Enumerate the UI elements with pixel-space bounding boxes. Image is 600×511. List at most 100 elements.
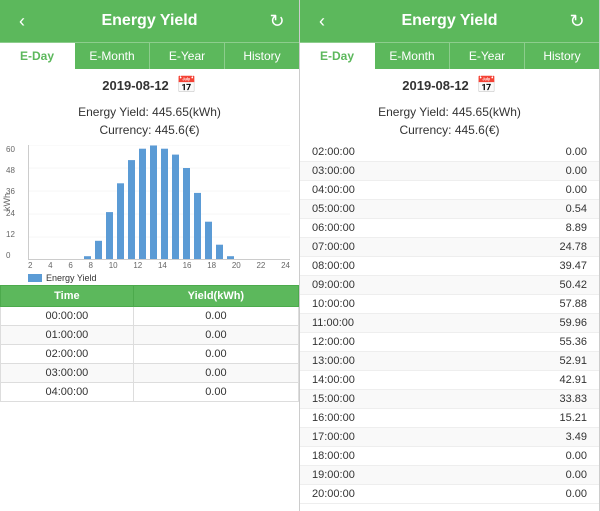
left-tabs: E-Day E-Month E-Year History: [0, 42, 299, 69]
list-value: 52.91: [559, 355, 587, 367]
list-value: 0.00: [566, 146, 587, 158]
list-time: 19:00:00: [312, 469, 355, 481]
xtick-24: 24: [281, 261, 290, 270]
time-cell: 04:00:00: [1, 383, 134, 402]
right-summary: Energy Yield: 445.65(kWh) Currency: 445.…: [300, 101, 599, 143]
right-summary-line1: Energy Yield: 445.65(kWh): [300, 103, 599, 121]
yield-cell: 0.00: [133, 307, 298, 326]
xtick-20: 20: [232, 261, 241, 270]
left-tab-emonth[interactable]: E-Month: [75, 43, 150, 69]
table-row: 03:00:00 0.00: [1, 364, 299, 383]
xtick-16: 16: [183, 261, 192, 270]
left-date: 2019-08-12: [102, 78, 169, 93]
list-time: 05:00:00: [312, 203, 355, 215]
list-item: 11:00:00 59.96: [300, 314, 599, 333]
left-back-icon[interactable]: ‹: [10, 11, 34, 32]
list-item: 16:00:00 15.21: [300, 409, 599, 428]
time-cell: 00:00:00: [1, 307, 134, 326]
right-tab-emonth[interactable]: E-Month: [375, 43, 450, 69]
list-time: 20:00:00: [312, 488, 355, 500]
right-tab-eyear[interactable]: E-Year: [450, 43, 525, 69]
left-summary-line2: Currency: 445.6(€): [0, 121, 299, 139]
chart-legend: Energy Yield: [28, 271, 295, 285]
list-time: 14:00:00: [312, 374, 355, 386]
list-time: 08:00:00: [312, 260, 355, 272]
list-time: 12:00:00: [312, 336, 355, 348]
yield-cell: 0.00: [133, 364, 298, 383]
left-tab-history[interactable]: History: [225, 43, 299, 69]
table-row: 00:00:00 0.00: [1, 307, 299, 326]
list-item: 04:00:00 0.00: [300, 181, 599, 200]
ytick-0: 0: [6, 251, 15, 260]
left-tab-eday[interactable]: E-Day: [0, 43, 75, 69]
list-item: 07:00:00 24.78: [300, 238, 599, 257]
table-row: 01:00:00 0.00: [1, 326, 299, 345]
list-item: 19:00:00 0.00: [300, 466, 599, 485]
ytick-36: 36: [6, 187, 15, 196]
xtick-6: 6: [68, 261, 72, 270]
time-cell: 02:00:00: [1, 345, 134, 364]
list-time: 18:00:00: [312, 450, 355, 462]
list-value: 55.36: [559, 336, 587, 348]
right-refresh-icon[interactable]: ↻: [565, 11, 589, 32]
list-value: 15.21: [559, 412, 587, 424]
list-item: 08:00:00 39.47: [300, 257, 599, 276]
list-value: 8.89: [566, 222, 587, 234]
ytick-24: 24: [6, 209, 15, 218]
time-cell: 03:00:00: [1, 364, 134, 383]
right-title: Energy Yield: [334, 12, 565, 30]
list-value: 0.54: [566, 203, 587, 215]
right-list-container: 02:00:00 0.00 03:00:00 0.00 04:00:00 0.0…: [300, 143, 599, 511]
right-tab-eday[interactable]: E-Day: [300, 43, 375, 69]
list-value: 0.00: [566, 469, 587, 481]
legend-label: Energy Yield: [46, 273, 97, 283]
xtick-10: 10: [109, 261, 118, 270]
right-calendar-icon[interactable]: 📅: [477, 75, 497, 95]
right-header: ‹ Energy Yield ↻: [300, 0, 599, 42]
list-item: 09:00:00 50.42: [300, 276, 599, 295]
right-tab-history[interactable]: History: [525, 43, 599, 69]
list-value: 0.00: [566, 450, 587, 462]
list-item: 12:00:00 55.36: [300, 333, 599, 352]
x-axis: 2 4 6 8 10 12 14 16 18 20 22 24: [28, 260, 290, 271]
ytick-48: 48: [6, 166, 15, 175]
left-date-row: 2019-08-12 📅: [0, 69, 299, 101]
table-row: 04:00:00 0.00: [1, 383, 299, 402]
list-item: 20:00:00 0.00: [300, 485, 599, 504]
list-value: 39.47: [559, 260, 587, 272]
list-time: 13:00:00: [312, 355, 355, 367]
left-data-table: Time Yield(kWh) 00:00:00 0.00 01:00:00 0…: [0, 285, 299, 402]
list-item: 18:00:00 0.00: [300, 447, 599, 466]
left-tab-eyear[interactable]: E-Year: [150, 43, 225, 69]
right-date-row: 2019-08-12 📅: [300, 69, 599, 101]
left-title: Energy Yield: [34, 12, 265, 30]
list-time: 09:00:00: [312, 279, 355, 291]
list-time: 16:00:00: [312, 412, 355, 424]
list-item: 03:00:00 0.00: [300, 162, 599, 181]
left-summary: Energy Yield: 445.65(kWh) Currency: 445.…: [0, 101, 299, 143]
left-calendar-icon[interactable]: 📅: [177, 75, 197, 95]
yield-cell: 0.00: [133, 326, 298, 345]
ytick-12: 12: [6, 230, 15, 239]
xtick-8: 8: [89, 261, 93, 270]
right-back-icon[interactable]: ‹: [310, 11, 334, 32]
list-time: 06:00:00: [312, 222, 355, 234]
list-value: 0.00: [566, 165, 587, 177]
right-date: 2019-08-12: [402, 78, 469, 93]
left-refresh-icon[interactable]: ↻: [265, 11, 289, 32]
list-item: 10:00:00 57.88: [300, 295, 599, 314]
list-item: 17:00:00 3.49: [300, 428, 599, 447]
xtick-14: 14: [158, 261, 167, 270]
col-time: Time: [1, 286, 134, 307]
col-yield: Yield(kWh): [133, 286, 298, 307]
list-time: 17:00:00: [312, 431, 355, 443]
bar-chart: [28, 145, 290, 260]
xtick-12: 12: [133, 261, 142, 270]
yield-cell: 0.00: [133, 383, 298, 402]
list-time: 04:00:00: [312, 184, 355, 196]
legend-color: [28, 274, 42, 282]
left-table-wrapper: Time Yield(kWh) 00:00:00 0.00 01:00:00 0…: [0, 285, 299, 511]
list-item: 02:00:00 0.00: [300, 143, 599, 162]
list-time: 15:00:00: [312, 393, 355, 405]
list-value: 24.78: [559, 241, 587, 253]
